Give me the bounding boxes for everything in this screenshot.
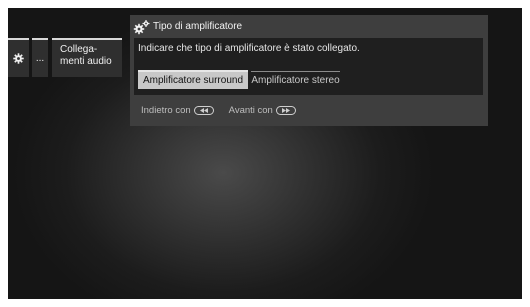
- dialog-content: Indicare che tipo di amplificatore è sta…: [134, 38, 483, 95]
- amplifier-type-dialog: Tipo di amplificatore Indicare che tipo …: [130, 15, 488, 126]
- back-hint[interactable]: Indietro con: [141, 105, 214, 116]
- dialog-footer: Indietro con Avanti con: [130, 100, 488, 120]
- gear-icon: [13, 53, 24, 64]
- breadcrumb-audio-connections[interactable]: Collega- menti audio: [52, 38, 122, 77]
- dialog-header: Tipo di amplificatore: [130, 15, 488, 38]
- back-label: Indietro con: [141, 104, 191, 116]
- breadcrumb-settings[interactable]: [8, 38, 29, 77]
- option-surround-amplifier[interactable]: Amplificatore surround: [138, 70, 248, 89]
- breadcrumb-section-label: Collega- menti audio: [60, 44, 112, 67]
- dialog-title: Tipo di amplificatore: [153, 21, 243, 32]
- forward-label: Avanti con: [228, 104, 273, 116]
- breadcrumb-ellipsis[interactable]: ...: [32, 38, 48, 77]
- forward-hint[interactable]: Avanti con: [229, 105, 296, 116]
- rewind-key-icon: [193, 105, 214, 115]
- fast-forward-key-icon: [275, 105, 296, 115]
- tv-screen: ... Collega- menti audio Tipo di amplifi…: [8, 8, 522, 299]
- gears-icon: [133, 19, 151, 35]
- option-stereo-amplifier[interactable]: Amplificatore stereo: [251, 71, 340, 89]
- instruction-text: Indicare che tipo di amplificatore è sta…: [138, 43, 360, 54]
- ellipsis-label: ...: [35, 53, 45, 64]
